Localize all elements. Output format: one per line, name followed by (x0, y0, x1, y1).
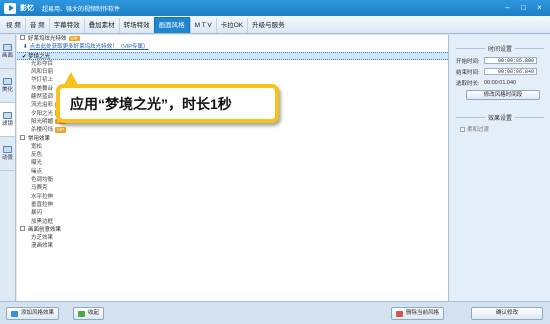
collapse-icon[interactable] (20, 225, 25, 231)
end-time-input[interactable]: 00:00:06.840 (484, 68, 537, 75)
list-item[interactable]: 反色 (17, 151, 448, 159)
list-item-selected[interactable]: ✔ 梦境之光 (17, 51, 448, 60)
annotation-callout: 应用“梦境之光”，时长1秒 (56, 84, 279, 123)
soft-transition-checkbox[interactable]: 柔和过渡 (460, 124, 550, 134)
delete-style-button[interactable]: 删除当前风格 (391, 307, 445, 320)
tab-subtitle-effects[interactable]: 字幕特效 (48, 18, 84, 33)
side-tab-beautify[interactable]: 美化 (0, 69, 15, 103)
tab-overlay[interactable]: 叠加素材 (83, 18, 119, 33)
time-settings-header: 时间设置 (450, 43, 550, 53)
bottom-toolbar: 添加风格效果 收起 删除当前风格 确认修改 (0, 301, 550, 324)
tab-transitions[interactable]: 转场特效 (118, 18, 154, 33)
title-bar: 影忆 超易用、强大的视频制作软件 – □ × (0, 0, 550, 16)
download-icon: ⬇ (23, 44, 28, 51)
vip-more-link[interactable]: ⬇ 点击此处获取更多好莱坞炫光特效！（VIP专属） (17, 43, 448, 51)
add-style-button[interactable]: 添加风格效果 (6, 307, 60, 320)
checkbox-icon[interactable] (460, 126, 465, 132)
list-item[interactable]: 方芝效果 (17, 234, 448, 242)
group-header-hollywood[interactable]: 好莱坞炫光特效 VIP (17, 35, 448, 43)
list-item[interactable]: 水平拉伸 (17, 193, 448, 201)
picture-icon (3, 44, 12, 51)
list-item[interactable]: 暴闪 (17, 209, 448, 217)
start-time-input[interactable]: 00:00:05.800 (484, 57, 537, 64)
tab-audio[interactable]: 音 频 (24, 18, 49, 33)
end-time-row: 结束时间: 00:00:06.840 (456, 67, 550, 76)
collapse-icon[interactable] (20, 35, 25, 41)
collapse-all-icon (78, 310, 85, 317)
effect-settings-header: 效果设置 (450, 112, 550, 122)
duration-value: 00:00:01.040 (484, 79, 517, 86)
confirm-modify-button[interactable]: 确认修改 (471, 307, 543, 320)
app-name: 影忆 (20, 5, 34, 12)
tab-karaoke[interactable]: 卡拉OK (215, 18, 247, 33)
tab-upgrade[interactable]: 升级与服务 (247, 18, 289, 33)
group-header-creative[interactable]: 画面创意效果 (17, 225, 448, 234)
collapse-button[interactable]: 收起 (73, 307, 105, 320)
tab-video[interactable]: 视 频 (2, 18, 25, 33)
group-header-common[interactable]: 常用效果 (17, 134, 448, 143)
effect-list[interactable]: 好莱坞炫光特效 VIP ⬇ 点击此处获取更多好莱坞炫光特效！（VIP专属） ✔ 梦境… (17, 35, 449, 301)
app-slogan: 超易用、强大的视频制作软件 (42, 6, 121, 13)
vip-badge: VIP (55, 127, 67, 133)
app-logo-icon (4, 2, 16, 14)
motion-icon (3, 146, 12, 153)
maximize-icon[interactable]: □ (517, 2, 530, 13)
list-item[interactable]: 噪点 (17, 168, 448, 176)
list-item[interactable]: 漫画效果 (17, 242, 448, 250)
filter-icon (3, 112, 12, 119)
list-item[interactable]: 色调均衡 (17, 176, 448, 184)
settings-panel: 时间设置 开始时间: 00:00:05.800 结束时间: 00:00:06.840… (450, 35, 550, 301)
side-tab-filter[interactable]: 滤镜 (0, 103, 15, 137)
list-item[interactable]: 风和日丽 (17, 68, 448, 76)
duration-row: 选取时长: 00:00:01.040 (456, 79, 517, 87)
delete-icon (396, 310, 403, 317)
list-item[interactable]: 曝光 (17, 159, 448, 167)
modify-time-button[interactable]: 修改风格时间段 (466, 90, 540, 100)
close-icon[interactable]: × (533, 2, 546, 13)
side-tab-motion[interactable]: 动景 (0, 137, 15, 171)
list-item[interactable]: 垂直拉伸 (17, 201, 448, 209)
collapse-icon[interactable] (20, 134, 25, 140)
side-tab-picture[interactable]: 画面 (0, 35, 15, 69)
list-item[interactable]: 加黑边框 (17, 218, 448, 226)
beautify-icon (3, 78, 12, 85)
list-item[interactable]: 宽松 (17, 143, 448, 151)
main-tab-bar: 视 频 音 频 字幕特效 叠加素材 转场特效 画面风格 M T V 卡拉OK 升… (0, 16, 550, 34)
start-time-row: 开始时间: 00:00:05.800 (456, 56, 550, 65)
tab-mtv[interactable]: M T V (189, 18, 216, 33)
list-item[interactable]: 杀楼闪烁 VIP (17, 126, 448, 134)
tab-picture-style[interactable]: 画面风格 (153, 17, 190, 33)
list-item[interactable]: 马赛克 (17, 184, 448, 192)
minimize-icon[interactable]: – (501, 2, 514, 13)
add-icon (11, 310, 18, 317)
side-tab-bar: 画面 美化 滤镜 动景 (0, 35, 16, 304)
list-item[interactable]: 光彩夺目 (17, 60, 448, 68)
vip-badge: VIP (68, 35, 80, 42)
